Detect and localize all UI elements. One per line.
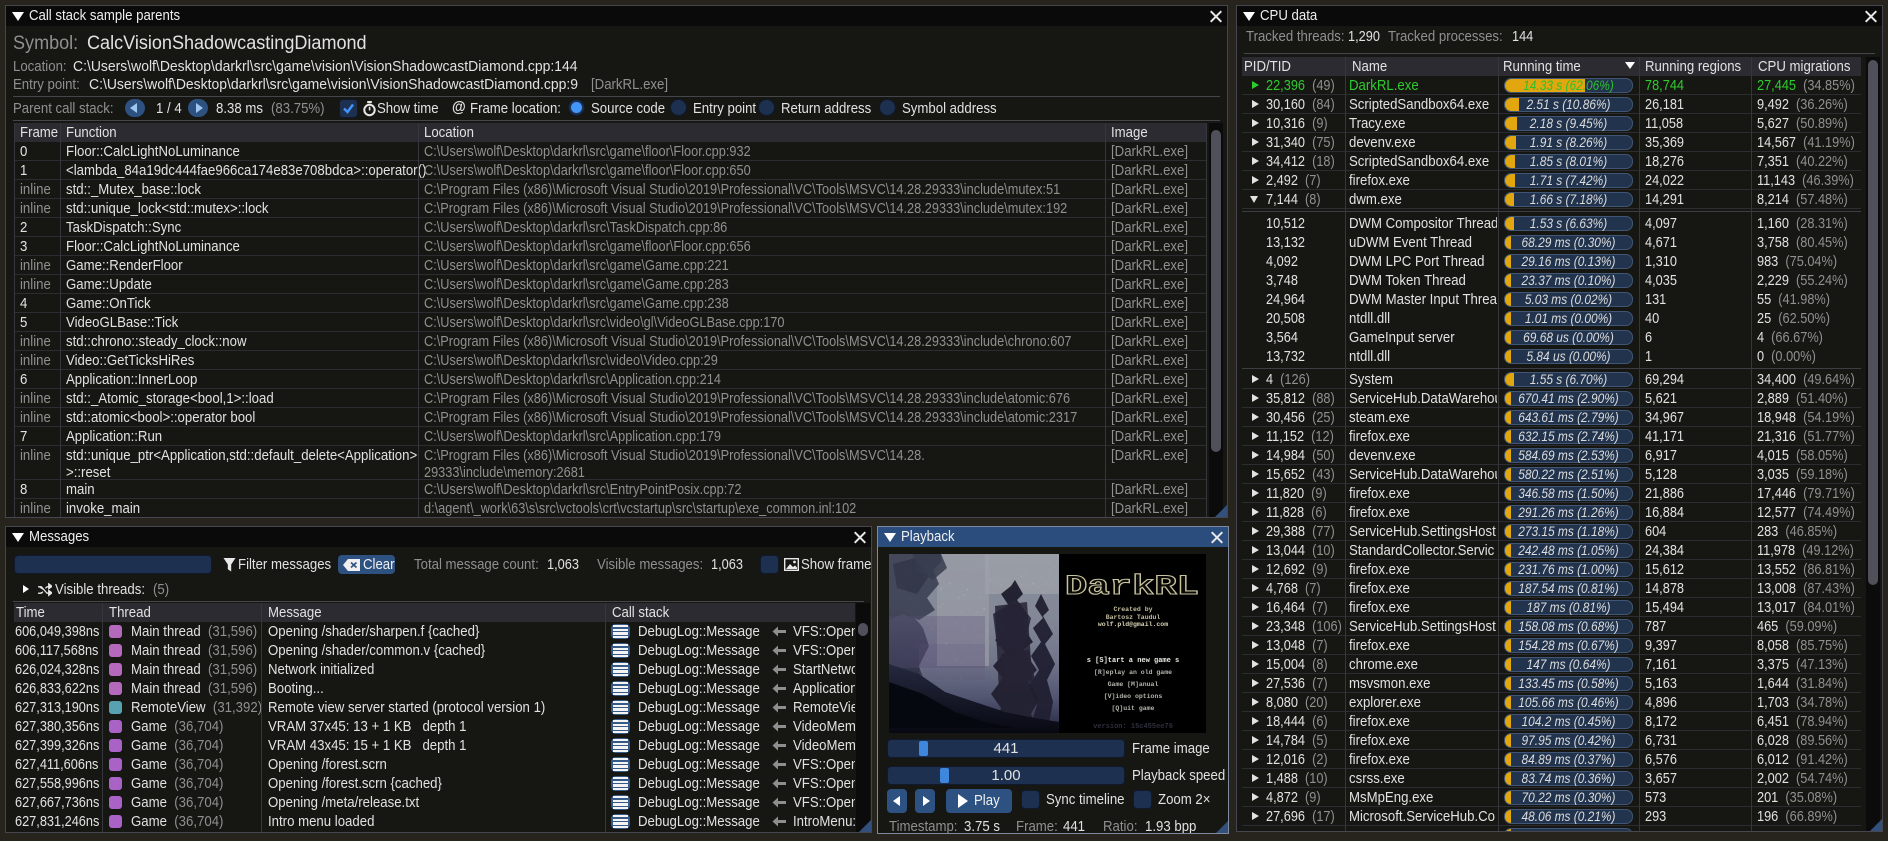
svg-text:DarkRL: DarkRL [1065, 572, 1199, 600]
